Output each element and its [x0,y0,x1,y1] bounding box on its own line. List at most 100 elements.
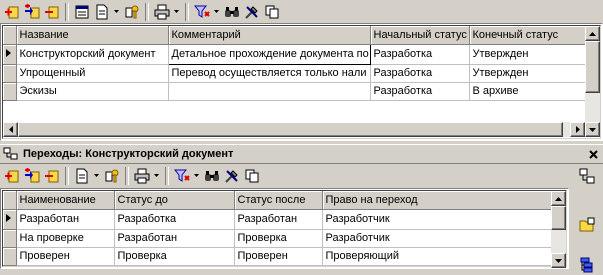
table-cell[interactable]: Конструкторский документ [16,44,169,65]
tools-button[interactable] [242,2,262,22]
vertical-scrollbar[interactable] [585,26,600,122]
filter-button[interactable] [192,2,212,22]
table-cell[interactable]: Проверка [234,229,323,248]
find-button[interactable] [222,2,242,22]
table-row[interactable]: Проверен Проверка Проверен Проверяющий [3,247,564,266]
arrow-down-icon [589,127,596,132]
delete-button[interactable] [42,166,62,186]
scroll-thumb[interactable] [585,41,600,93]
chevron-down-icon [154,174,159,177]
column-header[interactable]: Статус до [114,191,235,210]
scroll-up-button[interactable] [585,26,600,41]
table-cell[interactable]: Утвержден [469,44,600,65]
key-icon [125,5,139,19]
properties-icon [75,5,89,19]
scroll-down-button[interactable] [551,253,566,268]
side-toolbar [572,165,602,273]
column-header[interactable]: Название [16,26,169,45]
table-cell[interactable]: Проверка [114,247,235,266]
table-cell[interactable]: Разработан [114,229,235,248]
table-cell[interactable]: Разработка [370,44,470,65]
document-button[interactable] [92,2,112,22]
column-header[interactable]: Наименование [16,191,115,210]
filter-dropdown[interactable] [212,2,222,22]
scroll-thumb[interactable] [551,206,566,230]
transitions-view-button[interactable] [577,166,597,186]
copy-button[interactable] [262,2,282,22]
table-cell[interactable]: Разработан [234,209,323,230]
filter-icon [194,5,210,18]
add-icon [5,6,19,19]
column-header[interactable]: Конечный статус [469,26,600,45]
column-header[interactable]: Право на переход [322,191,564,210]
arrow-up-icon [555,196,562,201]
table-cell[interactable] [168,82,371,101]
table-row[interactable]: На проверке Разработан Проверка Разработ… [3,229,564,248]
rights-button[interactable] [102,166,122,186]
table-cell[interactable]: Проверен [234,247,323,266]
folder-icon [579,217,595,232]
horizontal-scrollbar[interactable] [3,122,585,137]
document-button[interactable] [72,166,92,186]
row-indicator[interactable] [3,229,17,248]
copy-icon [245,169,259,183]
column-header[interactable]: Комментарий [168,26,371,45]
table-cell[interactable]: Проверен [16,247,115,266]
scroll-up-button[interactable] [551,191,566,206]
scroll-down-button[interactable] [585,122,600,137]
print-button[interactable] [152,2,172,22]
table-row[interactable]: Разработан Разработка Разработан Разрабо… [3,209,564,230]
table-row[interactable]: Конструкторский документ Детальное прохо… [3,43,600,65]
table-cell[interactable]: На проверке [16,229,115,248]
current-row-indicator[interactable] [3,44,17,65]
scroll-right-button[interactable] [570,122,585,137]
current-row-indicator[interactable] [3,209,17,230]
filter-button[interactable] [172,166,192,186]
table-row[interactable]: Упрощенный Перевод осуществляется только… [3,64,600,83]
print-dropdown[interactable] [152,166,162,186]
column-header[interactable]: Статус после [234,191,323,210]
tools-button[interactable] [222,166,242,186]
add-child-button[interactable] [22,2,42,22]
table-cell[interactable]: Детальное прохождение документа по [167,43,371,65]
table-cell[interactable]: Разработчик [322,229,564,248]
document-dropdown[interactable] [92,166,102,186]
add-button[interactable] [2,2,22,22]
table-cell[interactable]: Проверяющий [322,247,564,266]
scroll-left-button[interactable] [3,122,18,137]
table-cell[interactable]: Упрощенный [16,64,169,83]
table-cell[interactable]: Разработан [16,209,115,230]
properties-button[interactable] [72,2,92,22]
document-dropdown[interactable] [112,2,122,22]
table-cell[interactable]: В архиве [469,82,600,101]
rights-button[interactable] [122,2,142,22]
vertical-scrollbar[interactable] [551,191,566,268]
scroll-thumb[interactable] [18,122,563,137]
add-button[interactable] [2,166,22,186]
row-indicator[interactable] [3,64,17,83]
find-button[interactable] [202,166,222,186]
row-indicator[interactable] [3,82,17,101]
row-indicator[interactable] [3,247,17,266]
column-header[interactable]: Начальный статус [370,26,470,45]
copy-button[interactable] [242,166,262,186]
print-dropdown[interactable] [172,2,182,22]
toolbar-separator [125,167,129,185]
add-child-button[interactable] [22,166,42,186]
add-icon [5,170,19,183]
filter-dropdown[interactable] [192,166,202,186]
table-row[interactable]: Эскизы Разработка В архиве [3,82,600,101]
folder-tree-button[interactable] [577,215,597,235]
table-cell[interactable]: Разработка [370,64,470,83]
table-cell[interactable]: Перевод осуществляется только нали [168,64,371,83]
close-panel-button[interactable] [585,146,601,162]
table-cell[interactable]: Разработка [114,209,235,230]
table-cell[interactable]: Утвержден [469,64,600,83]
structure-button[interactable] [577,255,597,275]
table-cell[interactable]: Эскизы [16,82,169,101]
table-cell[interactable]: Разработчик [322,209,564,230]
print-button[interactable] [132,166,152,186]
table-cell[interactable]: Разработка [370,82,470,101]
arrow-down-icon [555,258,562,263]
delete-button[interactable] [42,2,62,22]
